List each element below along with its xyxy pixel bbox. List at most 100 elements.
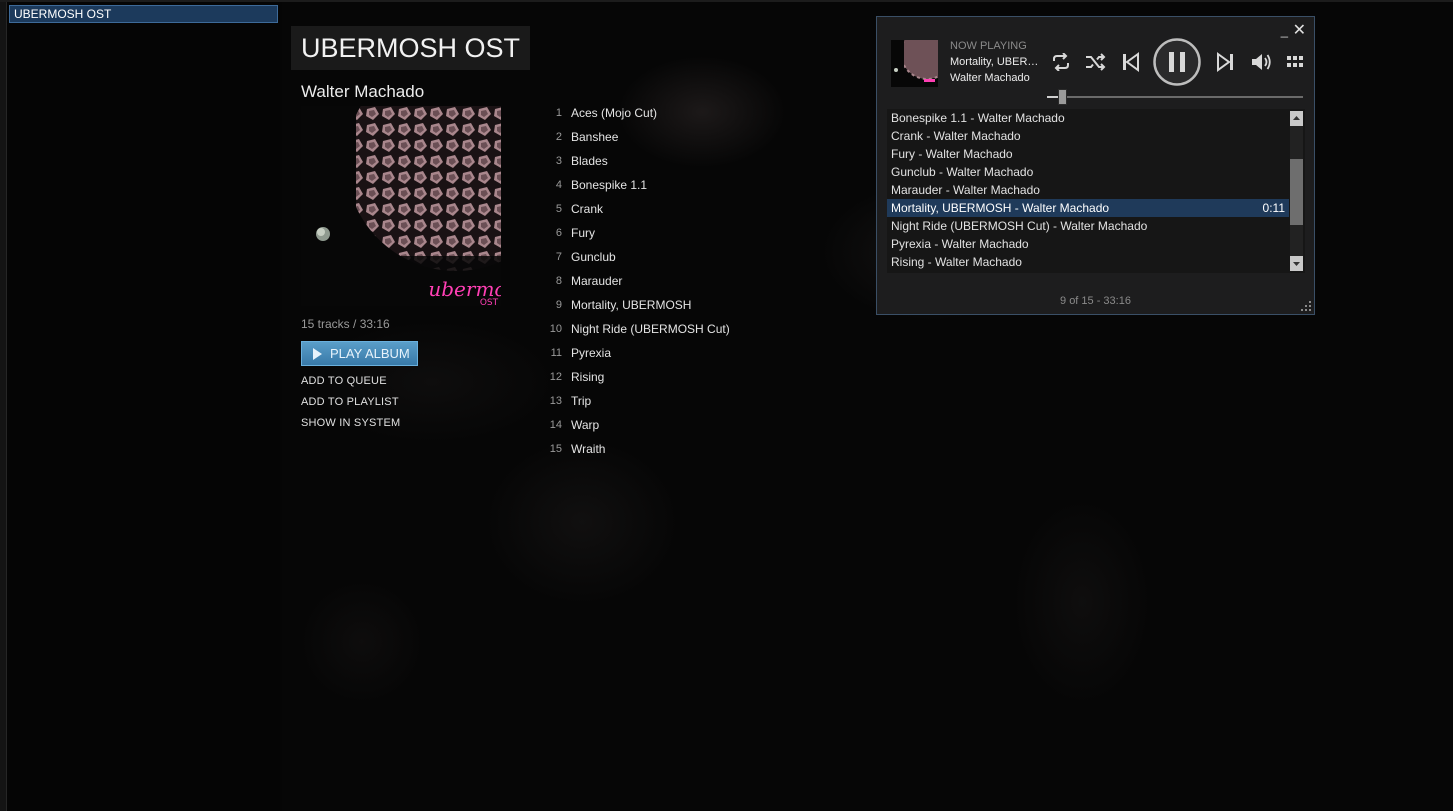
track-number: 15 (549, 443, 562, 455)
queue-item[interactable]: Rising - Walter Machado (887, 253, 1289, 271)
track-title: Rising (571, 370, 605, 384)
left-pane (0, 2, 7, 811)
show-in-system-link[interactable]: SHOW IN SYSTEM (301, 417, 400, 429)
queue-item-label: Mortality, UBERMOSH - Walter Machado (891, 201, 1110, 215)
track-row[interactable]: 7 Gunclub (540, 250, 780, 270)
resize-grip-icon[interactable] (1301, 301, 1311, 311)
repeat-icon[interactable] (1050, 53, 1072, 71)
track-number: 4 (555, 179, 562, 191)
track-row[interactable]: 5 Crank (540, 202, 780, 222)
queue-item[interactable]: Bonespike 1.1 - Walter Machado (887, 109, 1289, 127)
now-playing-art-image (891, 40, 938, 87)
track-title: Aces (Mojo Cut) (571, 106, 658, 120)
track-row[interactable]: 13 Trip (540, 394, 780, 414)
next-icon[interactable] (1216, 52, 1234, 72)
track-row[interactable]: 1 Aces (Mojo Cut) (540, 106, 780, 126)
pause-button[interactable] (1152, 37, 1202, 87)
queue-summary: 9 of 15 - 33:16 (1060, 295, 1131, 307)
track-number: 1 (555, 107, 562, 119)
queue-item-label: Marauder - Walter Machado (891, 183, 1040, 197)
queue-item-label: Rising - Walter Machado (891, 255, 1022, 269)
now-playing-artist: Walter Machado (950, 72, 1030, 84)
menu-grid-icon[interactable] (1286, 54, 1304, 70)
track-number: 12 (549, 371, 562, 383)
seek-bar-thumb[interactable] (1058, 89, 1068, 105)
track-number: 7 (555, 251, 562, 263)
queue-item-label: Gunclub - Walter Machado (891, 165, 1034, 179)
track-row[interactable]: 6 Fury (540, 226, 780, 246)
track-title: Night Ride (UBERMOSH Cut) (571, 322, 730, 336)
track-row[interactable]: 3 Blades (540, 154, 780, 174)
track-row[interactable]: 9 Mortality, UBERMOSH (540, 298, 780, 318)
track-title: Mortality, UBERMOSH (571, 298, 692, 312)
pause-icon (1169, 52, 1174, 72)
track-row[interactable]: 10 Night Ride (UBERMOSH Cut) (540, 322, 780, 342)
track-number: 6 (555, 227, 562, 239)
track-number: 14 (549, 419, 562, 431)
track-title: Fury (571, 226, 595, 240)
track-row[interactable]: 4 Bonespike 1.1 (540, 178, 780, 198)
queue-item[interactable]: Pyrexia - Walter Machado (887, 235, 1289, 253)
album-artist[interactable]: Walter Machado (301, 82, 424, 102)
scroll-down-button[interactable] (1290, 256, 1303, 271)
track-number: 8 (555, 275, 562, 287)
queue-item-active[interactable]: Mortality, UBERMOSH - Walter Machado 0:11 (887, 199, 1289, 217)
track-number: 2 (555, 131, 562, 143)
seek-bar[interactable] (1047, 89, 1303, 105)
play-album-label: PLAY ALBUM (330, 346, 410, 361)
volume-icon[interactable] (1251, 53, 1273, 71)
track-title: Warp (571, 418, 600, 432)
mini-player: _ ✕ NOW PLAYING Mortality, UBERMOSH Walt… (876, 16, 1315, 315)
minimize-button[interactable]: _ (1281, 23, 1288, 38)
track-title: Bonespike 1.1 (571, 178, 648, 192)
scroll-thumb[interactable] (1290, 159, 1303, 225)
track-title: Marauder (571, 274, 623, 288)
track-title: Pyrexia (571, 346, 612, 360)
album-list-item-selected[interactable]: UBERMOSH OST (9, 5, 278, 23)
queue-item-label: Night Ride (UBERMOSH Cut) - Walter Macha… (891, 219, 1148, 233)
queue-item[interactable]: Night Ride (UBERMOSH Cut) - Walter Macha… (887, 217, 1289, 235)
track-row[interactable]: 8 Marauder (540, 274, 780, 294)
track-number: 3 (555, 155, 562, 167)
scroll-up-button[interactable] (1290, 111, 1303, 126)
queue-item[interactable]: Fury - Walter Machado (887, 145, 1289, 163)
album-art-subtext: OST (480, 298, 499, 306)
track-row[interactable]: 11 Pyrexia (540, 346, 780, 366)
track-number: 5 (555, 203, 562, 215)
add-to-playlist-link[interactable]: ADD TO PLAYLIST (301, 396, 399, 408)
queue-scrollbar[interactable] (1290, 111, 1303, 271)
add-to-queue-link[interactable]: ADD TO QUEUE (301, 375, 387, 387)
track-row[interactable]: 2 Banshee (540, 130, 780, 150)
track-row[interactable]: 14 Warp (540, 418, 780, 438)
queue-item[interactable]: Crank - Walter Machado (887, 127, 1289, 145)
now-playing-label: NOW PLAYING (950, 40, 1027, 52)
queue-item[interactable]: Gunclub - Walter Machado (887, 163, 1289, 181)
album-art-image: ubermosh OST (301, 106, 501, 306)
queue-item-label: Pyrexia - Walter Machado (891, 237, 1029, 251)
track-number: 10 (549, 323, 562, 335)
chevron-down-icon (1293, 262, 1300, 266)
play-album-button[interactable]: PLAY ALBUM (301, 341, 418, 366)
track-title: Wraith (571, 442, 606, 456)
track-number: 11 (550, 347, 562, 359)
album-art: ubermosh OST (301, 106, 501, 306)
queue-list: Bonespike 1.1 - Walter Machado Crank - W… (887, 109, 1305, 273)
track-title: Crank (571, 202, 604, 216)
track-title: Banshee (571, 130, 619, 144)
track-title: Blades (571, 154, 608, 168)
queue-item[interactable]: Marauder - Walter Machado (887, 181, 1289, 199)
track-title: Trip (571, 394, 592, 408)
track-number: 13 (549, 395, 562, 407)
album-meta: 15 tracks / 33:16 (301, 317, 390, 331)
now-playing-track: Mortality, UBERMOSH (950, 56, 1046, 68)
queue-item-label: Crank - Walter Machado (891, 129, 1021, 143)
track-row[interactable]: 12 Rising (540, 370, 780, 390)
shuffle-icon[interactable] (1085, 53, 1107, 71)
previous-icon[interactable] (1122, 52, 1140, 72)
close-button[interactable]: ✕ (1293, 20, 1306, 40)
album-title: UBERMOSH OST (291, 26, 531, 70)
play-icon (313, 348, 322, 360)
chevron-up-icon (1293, 116, 1300, 120)
track-row[interactable]: 15 Wraith (540, 442, 780, 462)
queue-item-time: 0:11 (1262, 201, 1285, 215)
